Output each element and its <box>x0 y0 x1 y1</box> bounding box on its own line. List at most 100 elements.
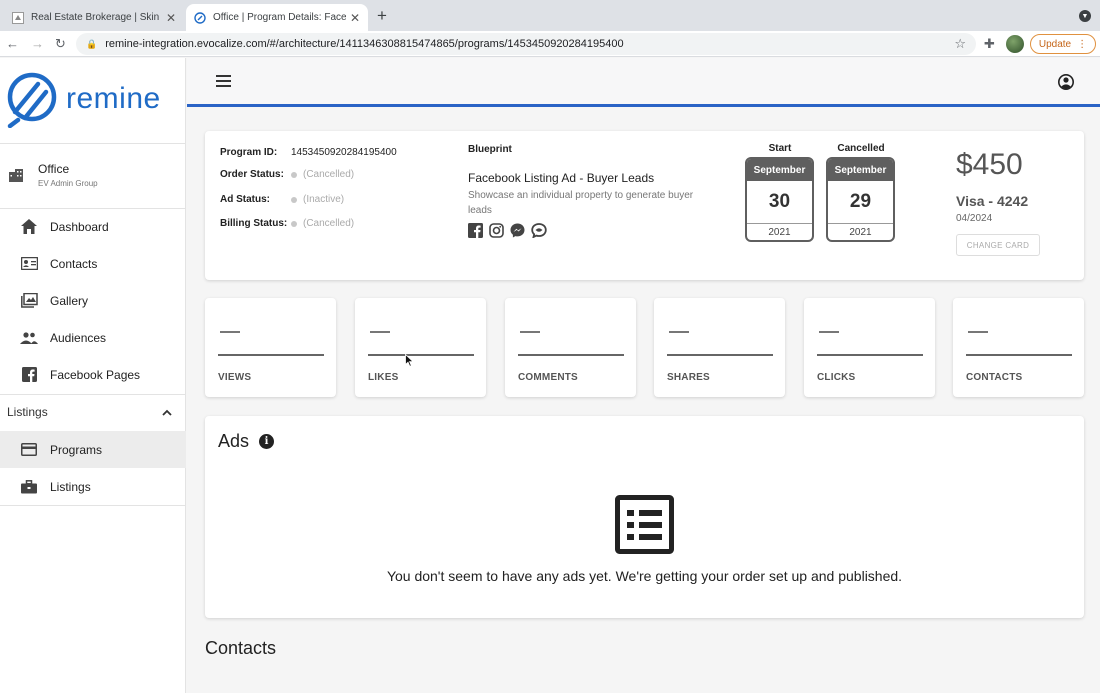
account-circle-icon[interactable] <box>1058 74 1074 90</box>
sidebar-item-contacts[interactable]: Contacts <box>0 245 186 282</box>
lock-icon: 🔒 <box>86 38 98 49</box>
stat-label: COMMENTS <box>518 372 578 383</box>
sidebar-item-label: Facebook Pages <box>50 367 141 382</box>
billing-status-row: Billing Status: (Cancelled) <box>220 218 354 229</box>
extensions-puzzle-icon[interactable]: ✚ <box>984 36 995 52</box>
menu-hamburger-icon[interactable] <box>216 75 231 87</box>
facebook-icon <box>468 223 483 238</box>
calendar-day: 30 <box>768 191 791 212</box>
credit-card-icon <box>20 441 38 459</box>
stat-card-clicks: CLICKS <box>804 298 935 397</box>
gallery-icon <box>20 292 38 310</box>
app-header <box>187 58 1100 107</box>
ad-status-label: Ad Status: <box>220 194 270 205</box>
more-vert-icon: ⋮ <box>1077 38 1088 50</box>
stat-underline <box>368 354 474 356</box>
profile-avatar[interactable] <box>1006 35 1024 53</box>
program-id-label: Program ID: <box>220 147 278 158</box>
browser-tab-brokerage[interactable]: Real Estate Brokerage | Skin So ✕ <box>4 4 184 31</box>
remine-logo-icon <box>7 72 57 128</box>
stat-value-placeholder <box>819 331 839 333</box>
ads-title-text: Ads <box>218 431 250 451</box>
office-name: Office <box>38 162 70 176</box>
program-id-value: 1453450920284195400 <box>291 147 397 158</box>
update-button[interactable]: Update ⋮ <box>1030 34 1096 54</box>
briefcase-icon <box>20 478 38 496</box>
divider <box>0 505 186 506</box>
blueprint-description: Showcase an individual property to gener… <box>468 190 694 216</box>
bookmark-star-icon[interactable]: ☆ <box>954 36 966 52</box>
people-icon <box>20 329 38 347</box>
sidebar-item-facebook-pages[interactable]: Facebook Pages <box>0 356 186 393</box>
sidebar-item-listings[interactable]: Listings <box>0 468 186 505</box>
sidebar-item-label: Listings <box>50 479 91 494</box>
blueprint-label: Blueprint <box>468 144 512 155</box>
ad-status-value: (Inactive) <box>303 194 345 205</box>
blueprint-name: Facebook Listing Ad - Buyer Leads <box>468 171 655 185</box>
contacts-section-title: Contacts <box>205 638 277 658</box>
order-status-value: (Cancelled) <box>303 169 355 180</box>
sidebar-item-label: Programs <box>50 442 103 457</box>
payment-card-expiry: 04/2024 <box>956 213 993 224</box>
ad-status-row: Ad Status: (Inactive) <box>220 194 344 205</box>
back-arrow-icon[interactable]: ← <box>6 36 19 51</box>
calendar-year: 2021 <box>828 223 893 240</box>
address-bar[interactable]: 🔒 remine-integration.evocalize.com/#/arc… <box>76 33 976 55</box>
stat-value-placeholder <box>968 331 988 333</box>
calendar-cancelled: September 29 2021 <box>826 157 895 242</box>
tab-title: Office | Program Details: FaceL <box>213 12 346 23</box>
change-card-button[interactable]: CHANGE CARD <box>956 234 1040 256</box>
new-tab-plus-icon[interactable]: + <box>377 6 387 26</box>
sidebar-item-label: Audiences <box>50 330 107 345</box>
info-icon[interactable]: i <box>259 434 275 449</box>
order-status-label: Order Status: <box>220 169 284 180</box>
stat-underline <box>667 354 773 356</box>
chevron-up-icon <box>162 409 172 416</box>
office-selector[interactable]: Office EV Admin Group <box>8 162 98 188</box>
forward-arrow-icon[interactable]: → <box>31 36 44 51</box>
stat-value-placeholder <box>220 331 240 333</box>
stat-underline <box>218 354 324 356</box>
cancelled-caption: Cancelled <box>837 143 885 154</box>
stat-value-placeholder <box>370 331 390 333</box>
sidebar-item-label: Dashboard <box>50 219 109 234</box>
listings-section-toggle[interactable]: Listings <box>0 395 186 429</box>
messenger-icon <box>510 223 525 238</box>
order-status-row: Order Status: (Cancelled) <box>220 169 354 180</box>
url-text: remine-integration.evocalize.com/#/archi… <box>105 38 624 50</box>
channel-icons <box>468 223 547 238</box>
sidebar-item-dashboard[interactable]: Dashboard <box>0 208 186 245</box>
divider <box>0 143 186 144</box>
payment-card: Visa - 4242 <box>956 193 1029 209</box>
ads-title: Ads i <box>218 431 275 452</box>
sidebar-item-label: Contacts <box>50 256 98 271</box>
close-tab-icon[interactable]: ✕ <box>166 11 176 25</box>
stat-label: LIKES <box>368 372 399 383</box>
office-building-icon <box>9 169 23 182</box>
update-label: Update <box>1038 38 1072 50</box>
reload-icon[interactable]: ↻ <box>55 36 66 52</box>
contact-card-icon <box>20 255 38 273</box>
close-tab-icon[interactable]: ✕ <box>350 11 360 25</box>
cancelled-date: Cancelled September 29 2021 <box>826 143 896 242</box>
remine-logo[interactable]: remine <box>6 70 161 128</box>
stat-label: VIEWS <box>218 372 252 383</box>
instagram-icon <box>489 223 504 238</box>
billing-status-value: (Cancelled) <box>303 218 355 229</box>
sidebar-item-gallery[interactable]: Gallery <box>0 282 186 319</box>
stat-underline <box>518 354 624 356</box>
list-icon <box>615 495 674 554</box>
program-id-row: Program ID: 1453450920284195400 <box>220 147 397 158</box>
section-label: Listings <box>7 405 48 419</box>
stat-card-likes: LIKES <box>355 298 486 397</box>
stat-value-placeholder <box>520 331 540 333</box>
calendar-month: September <box>747 159 812 181</box>
status-dot <box>291 220 297 227</box>
sidebar-item-audiences[interactable]: Audiences <box>0 319 186 356</box>
tab-title: Real Estate Brokerage | Skin So <box>31 12 162 23</box>
stat-underline <box>817 354 923 356</box>
sidebar-item-programs[interactable]: Programs <box>0 431 186 468</box>
tab-search-icon[interactable]: ▼ <box>1079 10 1091 22</box>
start-date: Start September 30 2021 <box>745 143 815 242</box>
browser-tab-program[interactable]: Office | Program Details: FaceL ✕ <box>186 4 368 31</box>
